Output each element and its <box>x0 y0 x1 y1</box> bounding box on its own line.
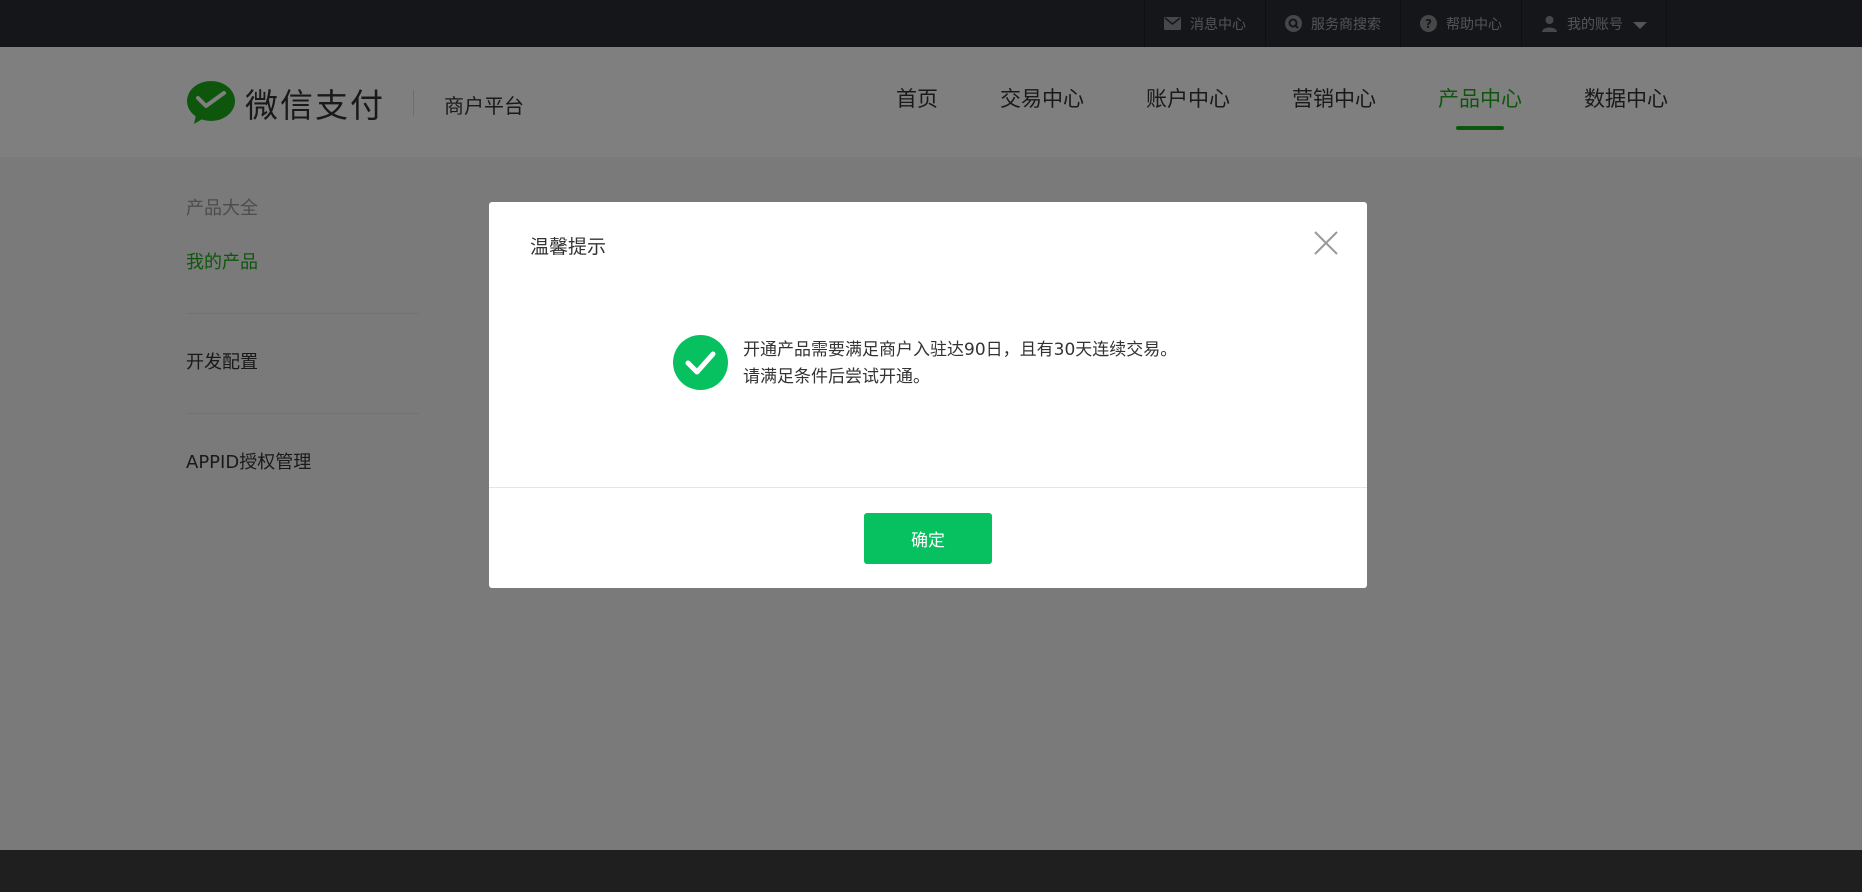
dialog-body: 开通产品需要满足商户入驻达90日，且有30天连续交易。 请满足条件后尝试开通。 <box>673 335 1177 391</box>
notice-dialog: 温馨提示 开通产品需要满足商户入驻达90日，且有30天连续交易。 请满足条件后尝… <box>489 202 1367 588</box>
confirm-button[interactable]: 确定 <box>864 513 992 564</box>
dialog-message: 开通产品需要满足商户入驻达90日，且有30天连续交易。 请满足条件后尝试开通。 <box>743 337 1177 391</box>
close-icon[interactable] <box>1313 230 1339 256</box>
dialog-message-line: 请满足条件后尝试开通。 <box>743 367 930 387</box>
dialog-message-line: 开通产品需要满足商户入驻达90日，且有30天连续交易。 <box>743 340 1178 360</box>
dialog-divider <box>489 487 1367 488</box>
success-check-icon <box>673 335 728 390</box>
dialog-title: 温馨提示 <box>530 236 607 258</box>
